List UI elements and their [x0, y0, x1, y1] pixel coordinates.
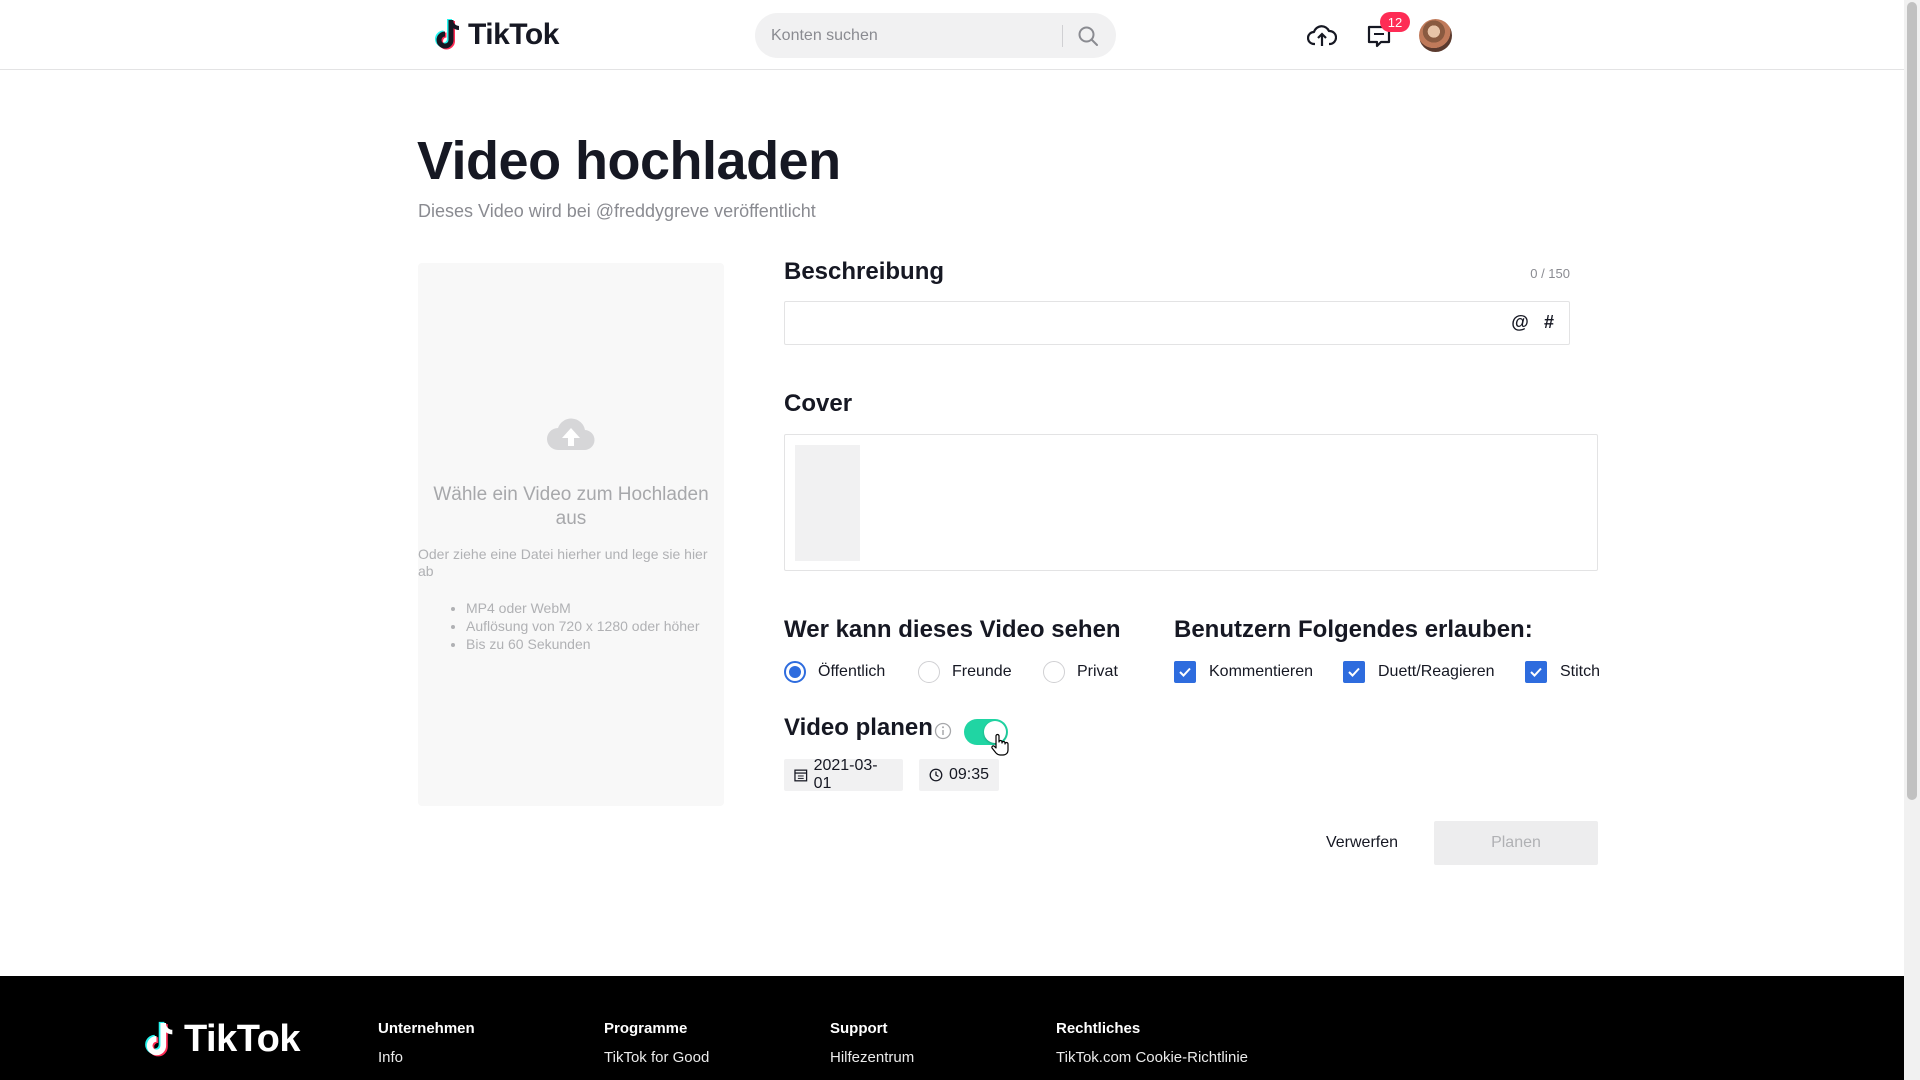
- footer-column-legal: Rechtliches TikTok.com Cookie-Richtlinie: [1056, 1020, 1248, 1078]
- radio-label: Öffentlich: [818, 663, 886, 680]
- clock-icon: [929, 768, 943, 782]
- checkbox-label: Duett/Reagieren: [1378, 663, 1495, 680]
- calendar-icon: [794, 769, 808, 782]
- permission-stitch[interactable]: Stitch: [1525, 660, 1600, 684]
- hand-cursor-icon: [991, 733, 1009, 756]
- footer-column-company: Unternehmen Info: [378, 1020, 475, 1078]
- cloud-upload-icon: [1307, 25, 1337, 46]
- radio-button[interactable]: [784, 661, 806, 683]
- description-char-counter: 0 / 150: [1530, 266, 1570, 281]
- plan-button[interactable]: Planen: [1434, 821, 1598, 865]
- schedule-time-value: 09:35: [948, 766, 989, 783]
- inbox-badge: 12: [1380, 12, 1410, 32]
- hashtag-button[interactable]: #: [1539, 312, 1559, 334]
- schedule-time-picker[interactable]: 09:35: [919, 759, 999, 791]
- avatar[interactable]: [1419, 19, 1452, 52]
- radio-button[interactable]: [918, 661, 940, 683]
- schedule-heading: Video planen: [784, 714, 933, 741]
- description-input[interactable]: [785, 302, 1485, 344]
- footer: TikTok Unternehmen Info Programme TikTok…: [0, 976, 1904, 1080]
- footer-column-title: Programme: [604, 1020, 688, 1037]
- page-subtitle: Dieses Video wird bei @freddygreve veröf…: [418, 201, 816, 221]
- mention-button[interactable]: @: [1510, 312, 1530, 334]
- checkbox-label: Kommentieren: [1209, 663, 1314, 680]
- footer-link[interactable]: TikTok for Good: [604, 1049, 709, 1066]
- upload-hint: Oder ziehe eine Datei hierher und lege s…: [418, 546, 708, 579]
- logo-wordmark: TikTok: [468, 18, 559, 51]
- checkbox[interactable]: [1525, 661, 1547, 683]
- visibility-option-friends[interactable]: Freunde: [918, 660, 1012, 684]
- radio-label: Freunde: [952, 663, 1012, 680]
- footer-column-title: Support: [830, 1020, 888, 1037]
- requirement-item: Auflösung von 720 x 1280 oder höher: [466, 617, 700, 635]
- page-title: Video hochladen: [417, 131, 841, 191]
- checkbox-label: Stitch: [1560, 663, 1601, 680]
- footer-logo-wordmark: TikTok: [184, 1018, 300, 1060]
- requirement-item: Bis zu 60 Sekunden: [466, 635, 700, 653]
- search-bar: [755, 13, 1116, 58]
- description-heading: Beschreibung: [784, 258, 945, 285]
- scrollbar-thumb[interactable]: [1907, 2, 1917, 800]
- search-icon: [1078, 26, 1098, 46]
- schedule-date-picker[interactable]: 2021-03-01: [784, 757, 903, 792]
- schedule-date-value: 2021-03-01: [813, 757, 878, 792]
- cover-heading: Cover: [784, 390, 853, 417]
- upload-title: Wähle ein Video zum Hochladen aus: [433, 484, 709, 529]
- tiktok-note-icon: [435, 19, 460, 50]
- permission-duet[interactable]: Duett/Reagieren: [1343, 660, 1495, 684]
- discard-button[interactable]: Verwerfen: [1312, 821, 1412, 865]
- permission-comments[interactable]: Kommentieren: [1174, 660, 1313, 684]
- footer-column-title: Unternehmen: [378, 1020, 475, 1037]
- description-field: @ #: [784, 301, 1570, 345]
- search-input[interactable]: [755, 13, 1055, 58]
- radio-label: Privat: [1077, 663, 1118, 680]
- cloud-upload-icon: [547, 418, 595, 451]
- footer-column-title: Rechtliches: [1056, 1020, 1141, 1037]
- checkmark-icon: [1179, 667, 1191, 677]
- footer-link[interactable]: Hilfezentrum: [830, 1049, 914, 1066]
- visibility-heading: Wer kann dieses Video sehen: [784, 616, 1121, 643]
- video-upload-dropzone[interactable]: Wähle ein Video zum Hochladen aus Oder z…: [418, 263, 724, 806]
- cover-thumbnail-placeholder: [795, 445, 860, 561]
- footer-link[interactable]: TikTok.com Cookie-Richtlinie: [1056, 1049, 1248, 1066]
- search-divider: [1062, 25, 1063, 47]
- checkbox[interactable]: [1174, 661, 1196, 683]
- footer-tiktok-logo[interactable]: TikTok: [144, 1018, 300, 1061]
- requirement-item: MP4 oder WebM: [466, 599, 700, 617]
- checkmark-icon: [1530, 667, 1542, 677]
- tiktok-logo[interactable]: TikTok: [434, 16, 559, 54]
- checkbox[interactable]: [1343, 661, 1365, 683]
- cover-selector[interactable]: [784, 434, 1598, 571]
- visibility-option-public[interactable]: Öffentlich: [784, 660, 885, 684]
- tiktok-note-icon: [145, 1021, 173, 1056]
- visibility-option-private[interactable]: Privat: [1043, 660, 1118, 684]
- info-icon[interactable]: [934, 722, 952, 740]
- top-navigation-bar: TikTok 12: [0, 0, 1904, 70]
- checkmark-icon: [1348, 667, 1360, 677]
- footer-column-programs: Programme TikTok for Good: [604, 1020, 709, 1078]
- footer-column-support: Support Hilfezentrum: [830, 1020, 914, 1078]
- upload-requirements: MP4 oder WebM Auflösung von 720 x 1280 o…: [466, 599, 700, 653]
- radio-button[interactable]: [1043, 661, 1065, 683]
- permissions-heading: Benutzern Folgendes erlauben:: [1174, 616, 1533, 643]
- upload-button[interactable]: [1306, 20, 1338, 52]
- footer-link[interactable]: Info: [378, 1049, 475, 1066]
- search-button[interactable]: [1073, 21, 1103, 51]
